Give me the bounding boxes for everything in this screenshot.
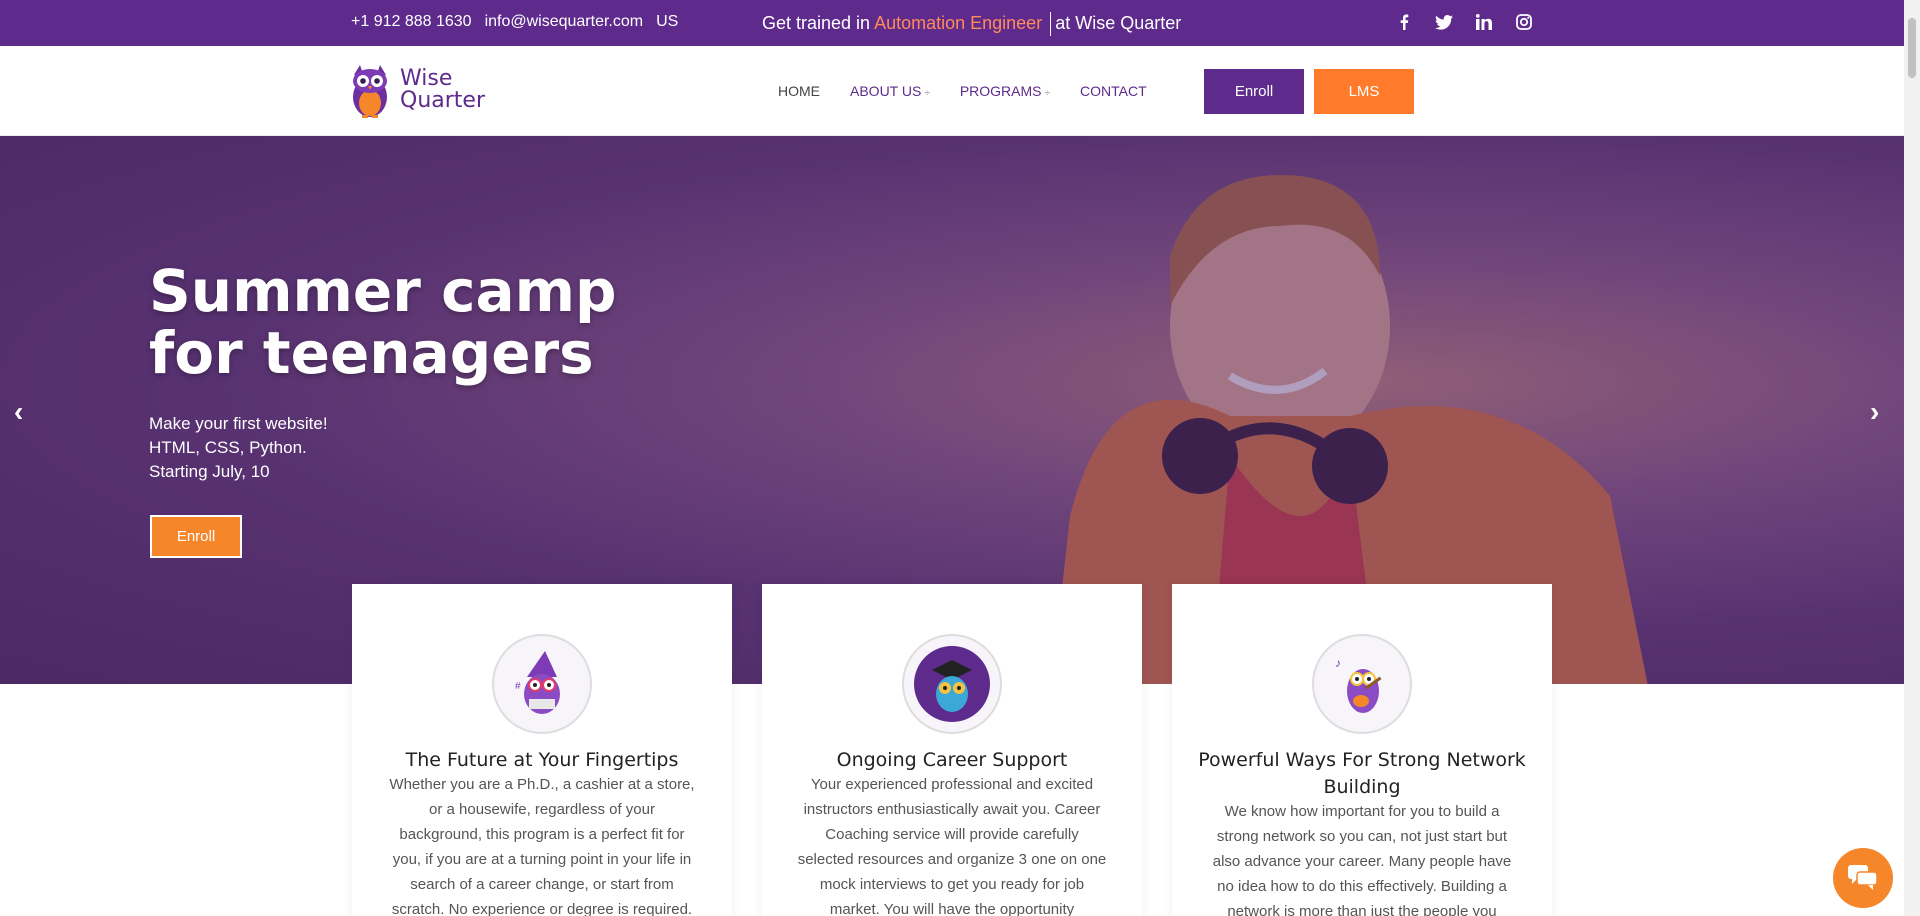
card-text: Whether you are a Ph.D., a cashier at a … xyxy=(389,776,695,916)
phone-link[interactable]: +1 912 888 1630 xyxy=(351,13,472,31)
facebook-icon[interactable] xyxy=(1395,13,1413,31)
slider-next-icon[interactable]: › xyxy=(1870,396,1879,428)
main-nav: HOME ABOUT US ÷ PROGRAMS ÷ CONTACT xyxy=(778,83,1147,99)
site-header: Wise Quarter HOME ABOUT US ÷ PROGRAMS ÷ CO… xyxy=(0,46,1904,136)
card-text: Your experienced professional and excite… xyxy=(797,776,1107,916)
hero-sub-line3: Starting July, 10 xyxy=(149,462,270,481)
hero-subtitle: Make your first website! HTML, CSS, Pyth… xyxy=(149,412,328,484)
feature-card: Ongoing Career Support Your experienced … xyxy=(762,584,1142,916)
card-title: Ongoing Career Support xyxy=(836,749,1068,771)
hero-sub-line1: Make your first website! xyxy=(149,414,328,433)
hero-title-line1: Summer camp xyxy=(149,257,617,325)
logo-text: Wise Quarter xyxy=(400,68,485,112)
logo-line2: Quarter xyxy=(400,88,485,113)
region-label[interactable]: US xyxy=(656,13,678,31)
page: +1 912 888 1630 info@wisequarter.com US … xyxy=(0,0,1920,916)
promo-suffix: at Wise Quarter xyxy=(1055,12,1182,33)
card-title: Powerful Ways For Strong Network Buildin… xyxy=(1198,749,1526,798)
site-logo[interactable]: Wise Quarter xyxy=(344,61,485,119)
owl-logo-icon xyxy=(353,65,387,118)
chat-widget-button[interactable] xyxy=(1833,848,1893,908)
page-scrollbar[interactable] xyxy=(1904,0,1920,916)
svg-text:♪: ♪ xyxy=(1335,656,1341,670)
top-contact: +1 912 888 1630 info@wisequarter.com US xyxy=(351,13,678,31)
promo-highlight: Automation Engineer xyxy=(874,12,1043,33)
twitter-icon[interactable] xyxy=(1435,13,1453,31)
hero-title-line2: for teenagers xyxy=(149,319,594,387)
graduate-owl-icon xyxy=(902,634,1002,734)
typing-caret xyxy=(1050,12,1052,36)
dropdown-arrow-icon: ÷ xyxy=(1044,88,1051,99)
nav-about-label: ABOUT US xyxy=(850,83,922,99)
slider-prev-icon[interactable]: ‹ xyxy=(14,396,23,428)
guitar-owl-icon: ♪ xyxy=(1312,634,1412,734)
scrollbar-thumb[interactable] xyxy=(1908,18,1916,78)
feature-card: ♪ Powerful Ways For Strong Network Build… xyxy=(1172,584,1552,916)
nav-home[interactable]: HOME xyxy=(778,83,820,99)
feature-card: # The Future at Your Fingertips Whether … xyxy=(352,584,732,916)
nav-programs[interactable]: PROGRAMS ÷ xyxy=(960,83,1050,99)
lms-button[interactable]: LMS xyxy=(1314,69,1414,114)
svg-text:#: # xyxy=(515,681,521,692)
promo-prefix: Get trained in xyxy=(762,12,871,33)
linkedin-icon[interactable] xyxy=(1475,13,1493,31)
hero-sub-line2: HTML, CSS, Python. xyxy=(149,438,307,457)
instagram-icon[interactable] xyxy=(1515,13,1533,31)
email-link[interactable]: info@wisequarter.com xyxy=(485,13,644,31)
nav-contact[interactable]: CONTACT xyxy=(1080,83,1147,99)
nav-about[interactable]: ABOUT US ÷ xyxy=(850,83,930,99)
chat-icon xyxy=(1848,865,1878,890)
hero-title: Summer camp for teenagers xyxy=(149,260,749,384)
logo-line1: Wise xyxy=(400,66,453,91)
hero-enroll-button[interactable]: Enroll xyxy=(150,515,242,558)
dropdown-arrow-icon: ÷ xyxy=(924,88,930,99)
nav-programs-label: PROGRAMS xyxy=(959,83,1042,99)
card-text: We know how important for you to build a… xyxy=(1212,803,1512,916)
card-title: The Future at Your Fingertips xyxy=(405,749,679,771)
header-enroll-button[interactable]: Enroll xyxy=(1204,69,1304,114)
social-links xyxy=(1395,13,1533,31)
wizard-owl-icon: # xyxy=(492,634,592,734)
top-bar: +1 912 888 1630 info@wisequarter.com US … xyxy=(0,0,1904,46)
promo-text: Get trained in Automation Engineer at Wis… xyxy=(762,12,1181,36)
